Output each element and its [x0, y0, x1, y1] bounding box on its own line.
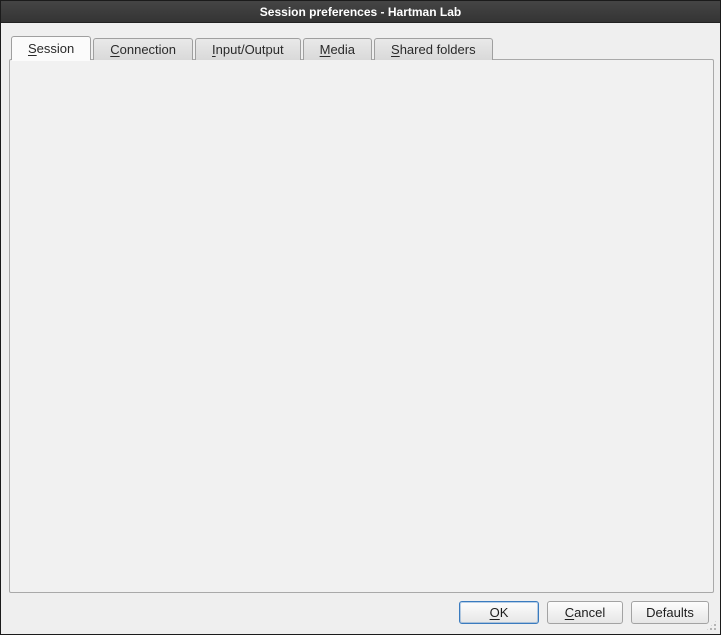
tab-session[interactable]: Session: [11, 36, 91, 60]
tab-shared-folders-label: Shared folders: [391, 42, 476, 57]
tab-input-output[interactable]: Input/Output: [195, 38, 301, 60]
tab-session-label: Session: [28, 41, 74, 56]
defaults-button[interactable]: Defaults: [631, 601, 709, 624]
tab-bar: Session Connection Input/Output Media Sh…: [11, 36, 495, 60]
tab-media[interactable]: Media: [303, 38, 372, 60]
session-tab-pane: [9, 59, 714, 593]
cancel-button-label: Cancel: [565, 605, 605, 620]
tab-shared-folders[interactable]: Shared folders: [374, 38, 493, 60]
cancel-button[interactable]: Cancel: [547, 601, 623, 624]
tab-media-label: Media: [320, 42, 355, 57]
session-preferences-dialog: Session preferences - Hartman Lab Sessio…: [0, 0, 721, 635]
ok-button-label: OK: [490, 605, 509, 620]
window-titlebar[interactable]: Session preferences - Hartman Lab: [1, 1, 720, 23]
tab-input-output-label: Input/Output: [212, 42, 284, 57]
tab-connection[interactable]: Connection: [93, 38, 193, 60]
ok-button[interactable]: OK: [459, 601, 539, 624]
defaults-button-label: Defaults: [646, 605, 694, 620]
window-title: Session preferences - Hartman Lab: [260, 5, 461, 19]
tab-connection-label: Connection: [110, 42, 176, 57]
